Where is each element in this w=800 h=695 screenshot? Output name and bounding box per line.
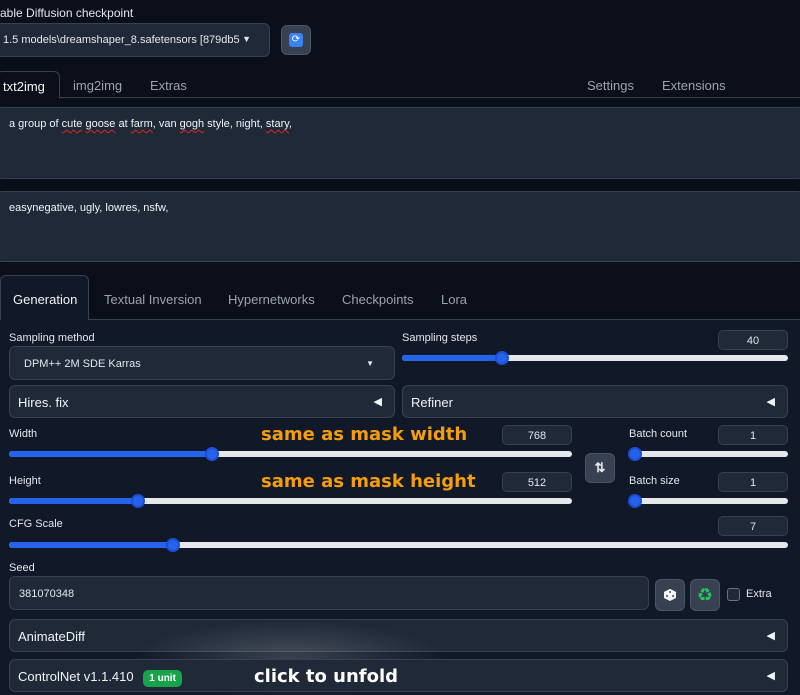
hires-fix-label: Hires. fix	[18, 395, 69, 410]
seed-label: Seed	[9, 562, 35, 574]
reuse-seed-button[interactable]: ♻	[690, 579, 720, 611]
collapse-triangle-icon: ◀	[766, 630, 775, 642]
collapse-triangle-icon: ◀	[373, 396, 382, 408]
width-annotation: same as mask width	[261, 424, 468, 445]
prompt-text: , van	[152, 118, 180, 130]
prompt-text: style, night,	[204, 118, 266, 130]
batch-size-label: Batch size	[629, 475, 680, 487]
refresh-checkpoint-button[interactable]: ⟳	[281, 25, 311, 55]
cfg-scale-input[interactable]: 7	[718, 516, 788, 536]
random-seed-button[interactable]	[655, 579, 685, 611]
slider-fill	[402, 355, 503, 361]
sampling-steps-label: Sampling steps	[402, 332, 478, 344]
sampling-steps-input[interactable]: 40	[718, 330, 788, 350]
tab-txt2img[interactable]: txt2img	[0, 71, 60, 99]
width-slider[interactable]	[9, 447, 572, 461]
dice-icon	[664, 589, 676, 601]
prompt-text: goose	[85, 118, 116, 130]
collapse-triangle-icon: ◀	[766, 670, 775, 682]
refresh-icon: ⟳	[289, 33, 303, 47]
chevron-down-icon: ▼	[366, 359, 374, 368]
negative-prompt-text: easynegative, ugly, lowres, nsfw,	[9, 202, 169, 214]
chevron-down-icon: ▼	[242, 34, 251, 44]
tab-settings[interactable]: Settings	[587, 78, 634, 93]
checkpoint-select[interactable]: 1.5 models\dreamshaper_8.safetensors [87…	[0, 23, 270, 57]
slider-thumb[interactable]	[204, 447, 219, 461]
sampling-steps-slider[interactable]	[402, 351, 788, 365]
batch-count-label: Batch count	[629, 428, 688, 440]
prompt-text: gogh	[179, 118, 205, 130]
sampling-method-label: Sampling method	[9, 332, 95, 344]
tab-generation[interactable]: Generation	[0, 275, 89, 320]
sampling-method-value: DPM++ 2M SDE Karras	[24, 358, 141, 370]
negative-prompt-input[interactable]: easynegative, ugly, lowres, nsfw,	[0, 191, 800, 262]
prompt-text: cute	[61, 118, 83, 130]
width-label: Width	[9, 428, 38, 440]
prompt-text: a group of	[9, 118, 62, 130]
prompt-text: farm	[130, 118, 153, 130]
controlnet-unit-badge: 1 unit	[143, 670, 182, 687]
prompt-text: at	[115, 118, 131, 130]
tab-textual-inversion[interactable]: Textual Inversion	[104, 292, 202, 307]
slider-thumb[interactable]	[165, 538, 180, 552]
unfold-annotation: click to unfold	[254, 666, 399, 687]
controlnet-label: ControlNet v1.1.410	[18, 669, 134, 684]
cfg-scale-slider[interactable]	[9, 538, 788, 552]
tab-hypernetworks[interactable]: Hypernetworks	[228, 292, 315, 307]
batch-count-input[interactable]: 1	[718, 425, 788, 445]
controlnet-accordion[interactable]: ControlNet v1.1.410 1 unit ◀	[9, 659, 788, 692]
hires-fix-accordion[interactable]: Hires. fix ◀	[9, 385, 395, 418]
seed-input[interactable]: 381070348	[9, 576, 649, 610]
prompt-text: ,	[288, 118, 292, 130]
checkpoint-value: 1.5 models\dreamshaper_8.safetensors [87…	[3, 34, 240, 46]
animatediff-label: AnimateDiff	[18, 629, 85, 644]
tab-extras[interactable]: Extras	[150, 78, 187, 93]
refiner-accordion[interactable]: Refiner ◀	[402, 385, 788, 418]
checkpoint-label: able Diffusion checkpoint	[0, 6, 134, 20]
swap-dimensions-button[interactable]: ⇅	[585, 453, 615, 483]
cfg-scale-label: CFG Scale	[9, 518, 63, 530]
tab-checkpoints[interactable]: Checkpoints	[342, 292, 414, 307]
positive-prompt-input[interactable]: a group of cute goose at farm, van gogh …	[0, 107, 800, 179]
slider-thumb[interactable]	[628, 494, 642, 508]
slider-fill	[9, 451, 212, 457]
batch-size-slider[interactable]	[628, 494, 788, 508]
slider-fill	[9, 498, 139, 504]
swap-arrows-icon: ⇅	[594, 460, 606, 475]
recycle-icon: ♻	[696, 585, 714, 605]
main-tabs-divider	[0, 97, 800, 98]
height-slider[interactable]	[9, 494, 572, 508]
extra-seed-label: Extra	[746, 588, 772, 600]
collapse-triangle-icon: ◀	[766, 396, 775, 408]
height-input[interactable]: 512	[502, 472, 572, 492]
height-annotation: same as mask height	[261, 471, 476, 492]
sampling-method-select[interactable]: DPM++ 2M SDE Karras ▼	[9, 346, 395, 380]
tab-extensions[interactable]: Extensions	[662, 78, 726, 93]
slider-thumb[interactable]	[628, 447, 642, 461]
prompt-text: stary	[265, 118, 289, 130]
tab-lora[interactable]: Lora	[441, 292, 467, 307]
width-input[interactable]: 768	[502, 425, 572, 445]
height-label: Height	[9, 475, 41, 487]
refiner-label: Refiner	[411, 395, 453, 410]
batch-size-input[interactable]: 1	[718, 472, 788, 492]
extra-seed-checkbox[interactable]	[727, 588, 740, 601]
slider-fill	[9, 542, 173, 548]
tab-img2img[interactable]: img2img	[73, 78, 122, 93]
batch-count-slider[interactable]	[628, 447, 788, 461]
